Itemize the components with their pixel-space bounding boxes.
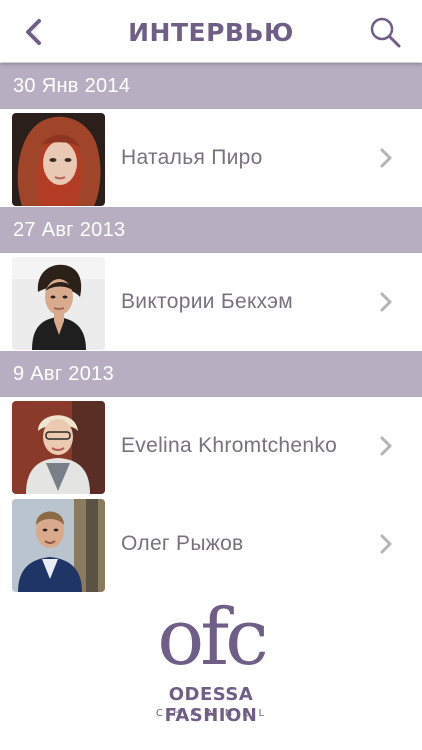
logo-text-line1: ODESSA FASHION	[164, 684, 258, 726]
nav-bar: ИНТЕРВЬЮ	[0, 0, 422, 62]
ofc-logo: ofc ODESSA FASHION CHANNEL	[120, 588, 302, 728]
chevron-right-icon	[380, 534, 392, 554]
chevron-right-icon	[380, 148, 392, 168]
search-button[interactable]	[362, 12, 406, 52]
logo-text-line2: CHANNEL	[155, 708, 275, 719]
logo-mark: ofc	[157, 593, 269, 683]
avatar	[12, 401, 105, 494]
person-name: Олег Рыжов	[121, 532, 244, 555]
chevron-right-icon	[380, 436, 392, 456]
list-item[interactable]: Наталья Пиро	[0, 109, 422, 207]
avatar	[12, 257, 105, 350]
back-button[interactable]	[18, 12, 54, 52]
section-date-header: 27 Авг 2013	[0, 207, 422, 253]
person-name: Evelina Khromtchenko	[121, 434, 338, 457]
person-name: Виктории Бекхэм	[121, 290, 293, 313]
search-icon	[370, 17, 401, 48]
chevron-left-icon	[26, 19, 41, 45]
list-item[interactable]: Олег Рыжов	[0, 495, 422, 593]
section-date-header: 30 Янв 2014	[0, 63, 422, 109]
avatar	[12, 113, 105, 206]
avatar	[12, 499, 105, 592]
section-date-header: 9 Авг 2013	[0, 351, 422, 397]
person-name: Наталья Пиро	[121, 146, 263, 169]
chevron-right-icon	[380, 292, 392, 312]
page-title: ИНТЕРВЬЮ	[128, 18, 294, 47]
list-item[interactable]: Evelina Khromtchenko	[0, 397, 422, 495]
list-item[interactable]: Виктории Бекхэм	[0, 253, 422, 351]
